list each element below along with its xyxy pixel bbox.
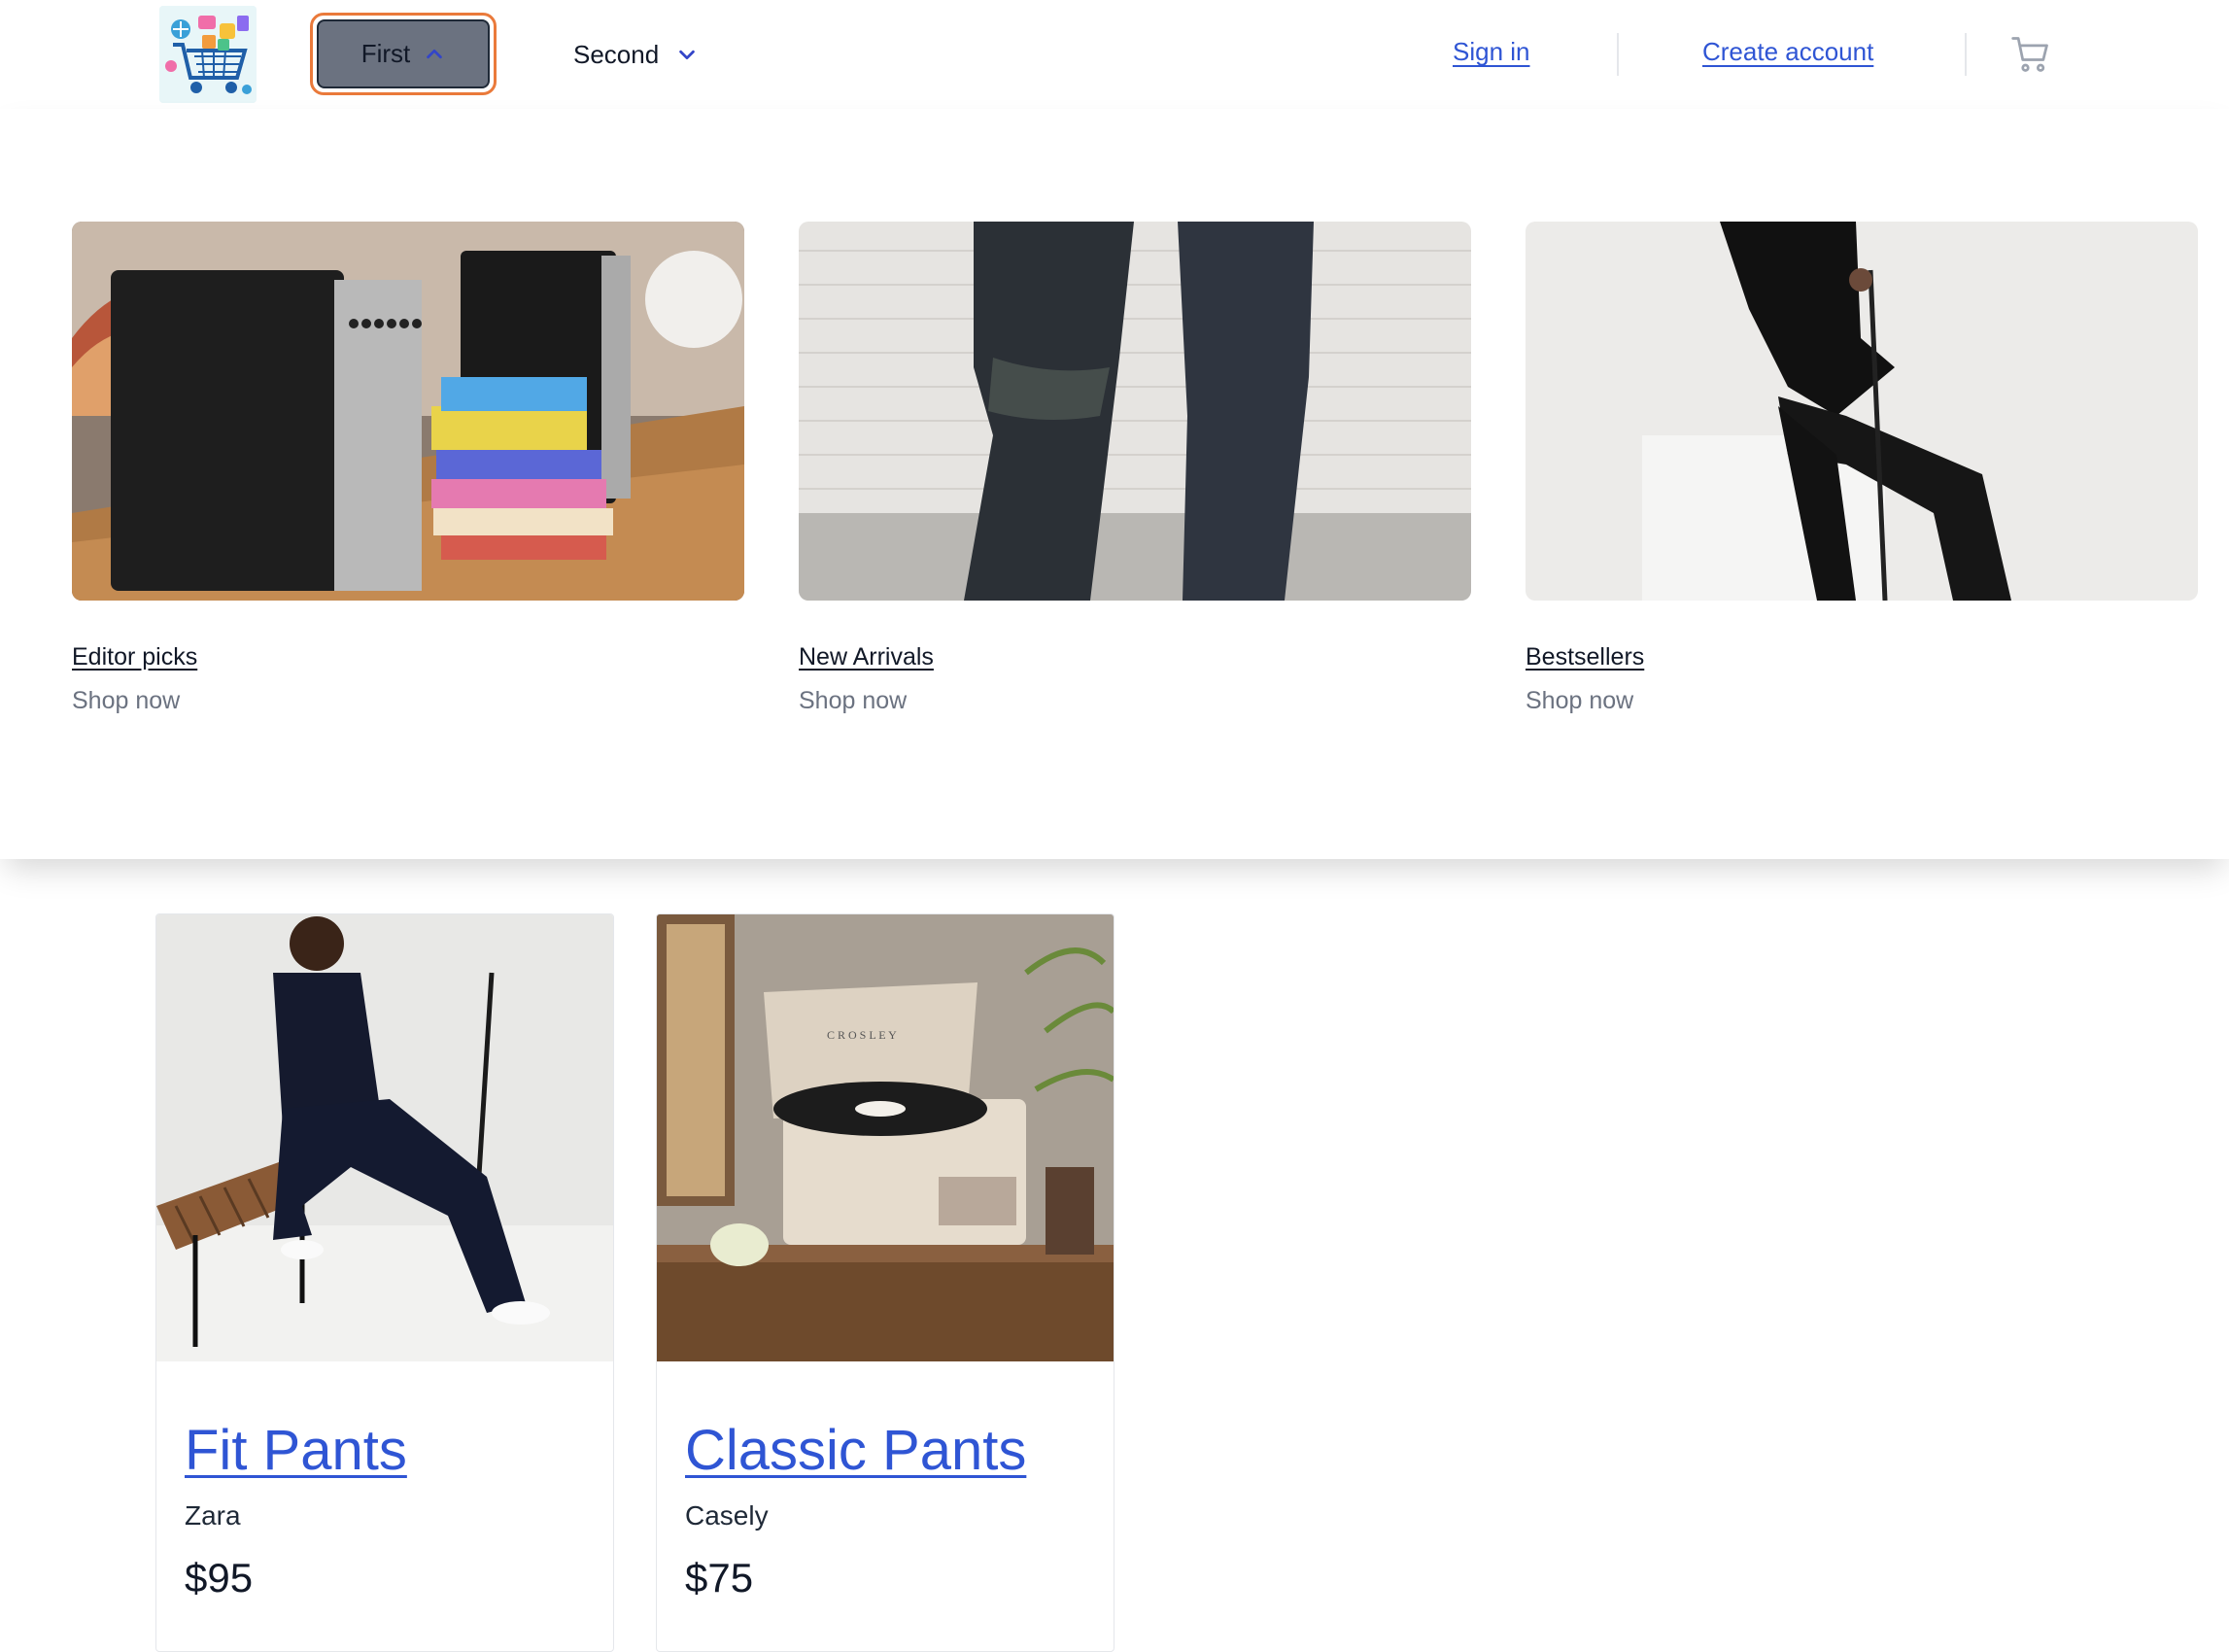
category-flyout-panel: Editor picks Shop now New Arrivals Shop	[0, 109, 2229, 859]
man-on-bench-image	[156, 914, 613, 1361]
record-player-image: C R O S L E Y	[657, 914, 1114, 1361]
product-card[interactable]: C R O S L E Y Classic Pants Casely $75	[656, 913, 1114, 1652]
category-image[interactable]	[72, 222, 744, 601]
product-name-link[interactable]: Fit Pants	[185, 1418, 407, 1483]
man-in-black-image	[1526, 222, 2198, 601]
sign-in-link[interactable]: Sign in	[1453, 37, 1530, 67]
category-title[interactable]: New Arrivals	[799, 643, 1471, 671]
product-list: Fit Pants Zara $95 C R O S L E Y Classic…	[0, 859, 2229, 1652]
second-flyout-menu-button[interactable]: Second	[573, 33, 698, 76]
product-price: $95	[185, 1555, 254, 1600]
first-flyout-label: First	[360, 39, 411, 68]
jeans-image	[799, 222, 1471, 601]
brand-label-on-player: C R O S L E Y	[827, 1028, 897, 1042]
product-image[interactable]: C R O S L E Y	[657, 914, 1114, 1361]
shopping-cart-logo-icon	[159, 6, 257, 103]
shop-now-link[interactable]: Shop now	[1526, 687, 2198, 715]
product-card[interactable]: Fit Pants Zara $95	[155, 913, 614, 1652]
chevron-up-icon	[427, 49, 443, 58]
shop-now-link[interactable]: Shop now	[799, 687, 1471, 715]
category-image[interactable]	[1526, 222, 2198, 601]
store-logo[interactable]	[159, 6, 257, 103]
category-title[interactable]: Bestsellers	[1526, 643, 2198, 671]
site-header: First Second Sign in Create account	[0, 0, 2229, 109]
header-divider	[1617, 33, 1619, 76]
product-price: $75	[685, 1555, 754, 1600]
category-tile-editor-picks[interactable]: Editor picks Shop now	[72, 222, 744, 715]
product-brand: Zara	[185, 1500, 241, 1531]
category-title[interactable]: Editor picks	[72, 643, 744, 671]
chevron-down-icon	[679, 50, 695, 60]
category-image[interactable]	[799, 222, 1471, 601]
shopping-cart-icon	[2011, 37, 2048, 72]
product-brand: Casely	[685, 1500, 769, 1531]
cart-button[interactable]	[2009, 33, 2052, 76]
product-image[interactable]	[156, 914, 613, 1361]
shop-now-link[interactable]: Shop now	[72, 687, 744, 715]
second-flyout-label: Second	[573, 39, 660, 69]
header-divider	[1965, 33, 1967, 76]
category-tile-new-arrivals[interactable]: New Arrivals Shop now	[799, 222, 1471, 715]
category-tile-bestsellers[interactable]: Bestsellers Shop now	[1526, 222, 2198, 715]
speakers-image	[72, 222, 744, 601]
product-name-link[interactable]: Classic Pants	[685, 1418, 1026, 1483]
create-account-link[interactable]: Create account	[1702, 37, 1873, 67]
first-flyout-menu-button[interactable]: First	[310, 13, 497, 95]
